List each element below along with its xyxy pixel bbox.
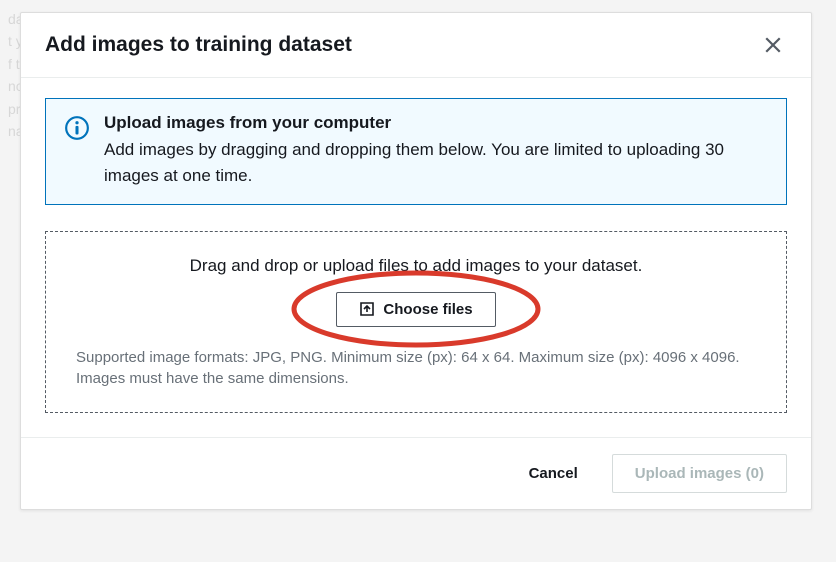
upload-icon [359,301,375,317]
info-icon [64,115,90,146]
close-button[interactable] [759,31,787,59]
choose-files-wrap: Choose files [336,292,495,327]
modal-footer: Cancel Upload images (0) [21,437,811,509]
add-images-modal: Add images to training dataset Upload im… [20,12,812,510]
supported-formats-text: Supported image formats: JPG, PNG. Minim… [76,347,756,391]
modal-header: Add images to training dataset [21,13,811,78]
info-title: Upload images from your computer [104,113,768,133]
close-icon [764,36,782,54]
dropzone-instruction: Drag and drop or upload files to add ima… [76,256,756,276]
cancel-button[interactable]: Cancel [507,454,600,493]
info-content: Upload images from your computer Add ima… [104,113,768,190]
upload-images-button[interactable]: Upload images (0) [612,454,787,493]
dropzone[interactable]: Drag and drop or upload files to add ima… [45,231,787,414]
info-box: Upload images from your computer Add ima… [45,98,787,205]
info-description: Add images by dragging and dropping them… [104,137,768,190]
modal-title: Add images to training dataset [45,33,352,57]
modal-body: Upload images from your computer Add ima… [21,78,811,437]
choose-files-label: Choose files [383,301,472,318]
choose-files-button[interactable]: Choose files [336,292,495,327]
